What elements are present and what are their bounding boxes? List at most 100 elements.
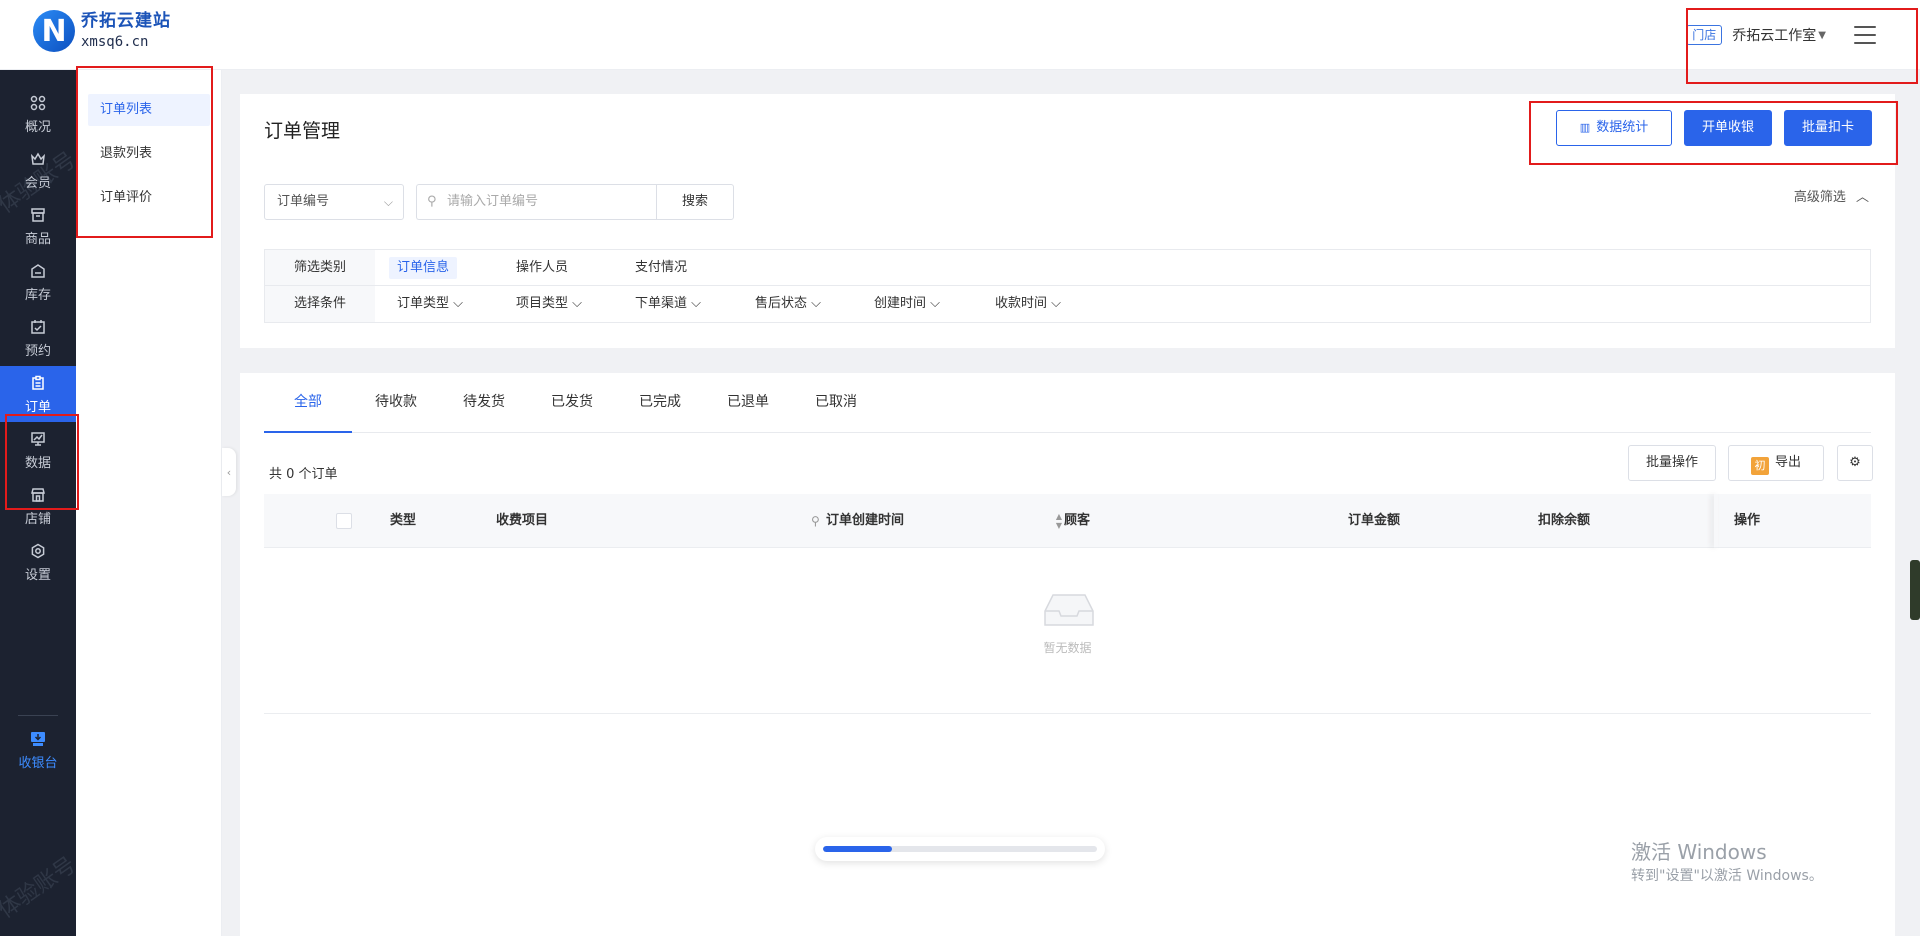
condition-order-type[interactable]: 订单类型 ⌵ xyxy=(389,293,471,315)
tab-refunded[interactable]: 已退单 xyxy=(704,373,792,433)
col-type: 类型 xyxy=(390,513,417,528)
filter-category-order-info[interactable]: 订单信息 xyxy=(389,257,458,279)
activation-subtitle: 转到"设置"以激活 Windows。 xyxy=(1631,868,1823,884)
nav-item-goods[interactable]: 商品 xyxy=(0,198,76,254)
nav-label: 概况 xyxy=(24,119,51,135)
nav-item-data[interactable]: 数据 xyxy=(0,422,76,478)
crown-icon xyxy=(29,150,47,168)
nav-label: 预约 xyxy=(24,343,51,359)
chevron-down-icon: ⌵ xyxy=(383,195,393,209)
order-count: 共 0 个订单 xyxy=(269,467,338,482)
nav-label: 商品 xyxy=(24,231,51,247)
order-search-input[interactable]: ⚲ 请输入订单编号 xyxy=(416,184,656,220)
empty-inbox-icon xyxy=(1044,594,1094,626)
condition-channel[interactable]: 下单渠道 ⌵ xyxy=(627,293,709,315)
store-name[interactable]: 乔拓云工作室 xyxy=(1732,25,1816,45)
data-stats-button[interactable]: ▥ 数据统计 xyxy=(1556,110,1672,146)
subnav-item-refund-list[interactable]: 退款列表 xyxy=(88,138,210,170)
search-button[interactable]: 搜索 xyxy=(656,184,734,220)
brand-domain: xmsq6.cn xyxy=(81,34,149,50)
empty-text: 暂无数据 xyxy=(1043,641,1092,655)
nav-item-inventory[interactable]: 库存 xyxy=(0,254,76,310)
scrollbar-handle[interactable] xyxy=(1910,560,1920,620)
search-icon: ⚲ xyxy=(427,194,437,209)
tab-pending-payment[interactable]: 待收款 xyxy=(352,373,440,433)
condition-created-time[interactable]: 创建时间 ⌵ xyxy=(866,293,948,315)
chevron-down-icon: ⌵ xyxy=(691,296,702,311)
menu-icon[interactable] xyxy=(1854,26,1876,44)
nav-item-cashier[interactable]: 收银台 xyxy=(0,722,76,778)
progress-fill xyxy=(823,846,892,852)
column-search-icon[interactable]: ⚲ xyxy=(811,494,820,548)
tab-cancelled[interactable]: 已取消 xyxy=(792,373,880,433)
condition-label: 收款时间 xyxy=(995,296,1048,311)
chevron-left-icon: ‹ xyxy=(226,465,232,479)
filter-table: 筛选类别 订单信息 操作人员 支付情况 选择条件 订单类型 ⌵ 项目类型 ⌵ 下… xyxy=(264,249,1871,323)
batch-deduct-button[interactable]: 批量扣卡 xyxy=(1784,110,1872,146)
condition-paid-time[interactable]: 收款时间 ⌵ xyxy=(987,293,1069,315)
export-icon: 初 xyxy=(1750,457,1769,475)
search-field-select[interactable]: 订单编号 ⌵ xyxy=(264,184,404,220)
filter-category-payment[interactable]: 支付情况 xyxy=(627,257,695,279)
gear-icon: ⚙ xyxy=(1849,455,1861,470)
nav-divider xyxy=(18,715,58,716)
store-tag-badge: 门店 xyxy=(1686,25,1723,45)
batch-operation-button[interactable]: 批量操作 xyxy=(1628,445,1716,481)
sort-icon[interactable]: ▲ ▼ xyxy=(1054,512,1064,530)
nav-label: 库存 xyxy=(24,287,51,303)
search-field-value: 订单编号 xyxy=(277,194,330,209)
nav-item-store[interactable]: 店铺 xyxy=(0,478,76,534)
storefront-icon xyxy=(29,486,47,504)
col-customer: 顾客 xyxy=(1064,513,1091,528)
grid-icon xyxy=(29,94,47,112)
nav-label: 设置 xyxy=(24,567,51,583)
nav-item-booking[interactable]: 预约 xyxy=(0,310,76,366)
nav-label: 会员 xyxy=(24,175,51,191)
order-status-tabs: 全部 待收款 待发货 已发货 已完成 已退单 已取消 xyxy=(264,373,1871,433)
gear-icon xyxy=(29,542,47,560)
filter-category-operator[interactable]: 操作人员 xyxy=(508,257,576,279)
clipboard-icon xyxy=(29,374,47,392)
chevron-down-icon: ⌵ xyxy=(930,296,941,311)
export-label: 导出 xyxy=(1774,455,1801,470)
collapse-sidebar-button[interactable]: ‹ xyxy=(222,448,236,496)
search-placeholder: 请输入订单编号 xyxy=(447,194,539,209)
top-header: N 乔拓云建站 xmsq6.cn 门店 乔拓云工作室 ▼ xyxy=(0,0,1920,70)
progress-track xyxy=(823,846,1097,852)
fixed-column-shadow xyxy=(1714,494,1718,548)
brand-name: 乔拓云建站 xyxy=(81,11,171,31)
activation-title: 激活 Windows xyxy=(1631,840,1767,864)
nav-label: 收银台 xyxy=(18,755,58,771)
tab-all[interactable]: 全部 xyxy=(264,373,352,433)
nav-item-overview[interactable]: 概况 xyxy=(0,86,76,142)
store-switcher[interactable]: 门店 乔拓云工作室 ▼ xyxy=(1686,22,1876,48)
brand-logo[interactable]: N 乔拓云建站 xmsq6.cn xyxy=(33,10,171,52)
caret-down-icon[interactable]: ▼ xyxy=(1818,30,1826,41)
tab-pending-shipment[interactable]: 待发货 xyxy=(440,373,528,433)
cashier-icon xyxy=(29,730,47,748)
col-deducted-balance: 扣除余额 xyxy=(1538,513,1591,528)
logo-text: 乔拓云建站 xmsq6.cn xyxy=(81,10,171,52)
tab-completed[interactable]: 已完成 xyxy=(616,373,704,433)
chevron-down-icon: ⌵ xyxy=(1051,296,1062,311)
select-all-checkbox[interactable] xyxy=(336,513,352,529)
condition-after-sale[interactable]: 售后状态 ⌵ xyxy=(747,293,829,315)
main-sidebar: 概况 会员 商品 库存 预约 订单 数据 店铺 设置 收银台 xyxy=(0,70,76,936)
condition-item-type[interactable]: 项目类型 ⌵ xyxy=(508,293,590,315)
table-settings-button[interactable]: ⚙ xyxy=(1837,445,1873,481)
warehouse-icon xyxy=(29,262,47,280)
nav-item-member[interactable]: 会员 xyxy=(0,142,76,198)
open-cashier-button[interactable]: 开单收银 xyxy=(1684,110,1772,146)
calendar-check-icon xyxy=(29,318,47,336)
chevron-up-icon: ︿ xyxy=(1855,190,1869,205)
subnav-item-order-review[interactable]: 订单评价 xyxy=(88,182,210,214)
condition-label: 创建时间 xyxy=(874,296,927,311)
export-button[interactable]: 初导出 xyxy=(1728,445,1824,481)
nav-item-settings[interactable]: 设置 xyxy=(0,534,76,590)
col-created-time: 订单创建时间 xyxy=(826,513,905,528)
filter-condition-label: 选择条件 xyxy=(265,286,375,322)
advanced-filter-toggle[interactable]: 高级筛选 ︿ xyxy=(1794,186,1869,205)
subnav-item-order-list[interactable]: 订单列表 xyxy=(88,94,210,126)
nav-item-orders[interactable]: 订单 xyxy=(0,366,76,422)
tab-shipped[interactable]: 已发货 xyxy=(528,373,616,433)
